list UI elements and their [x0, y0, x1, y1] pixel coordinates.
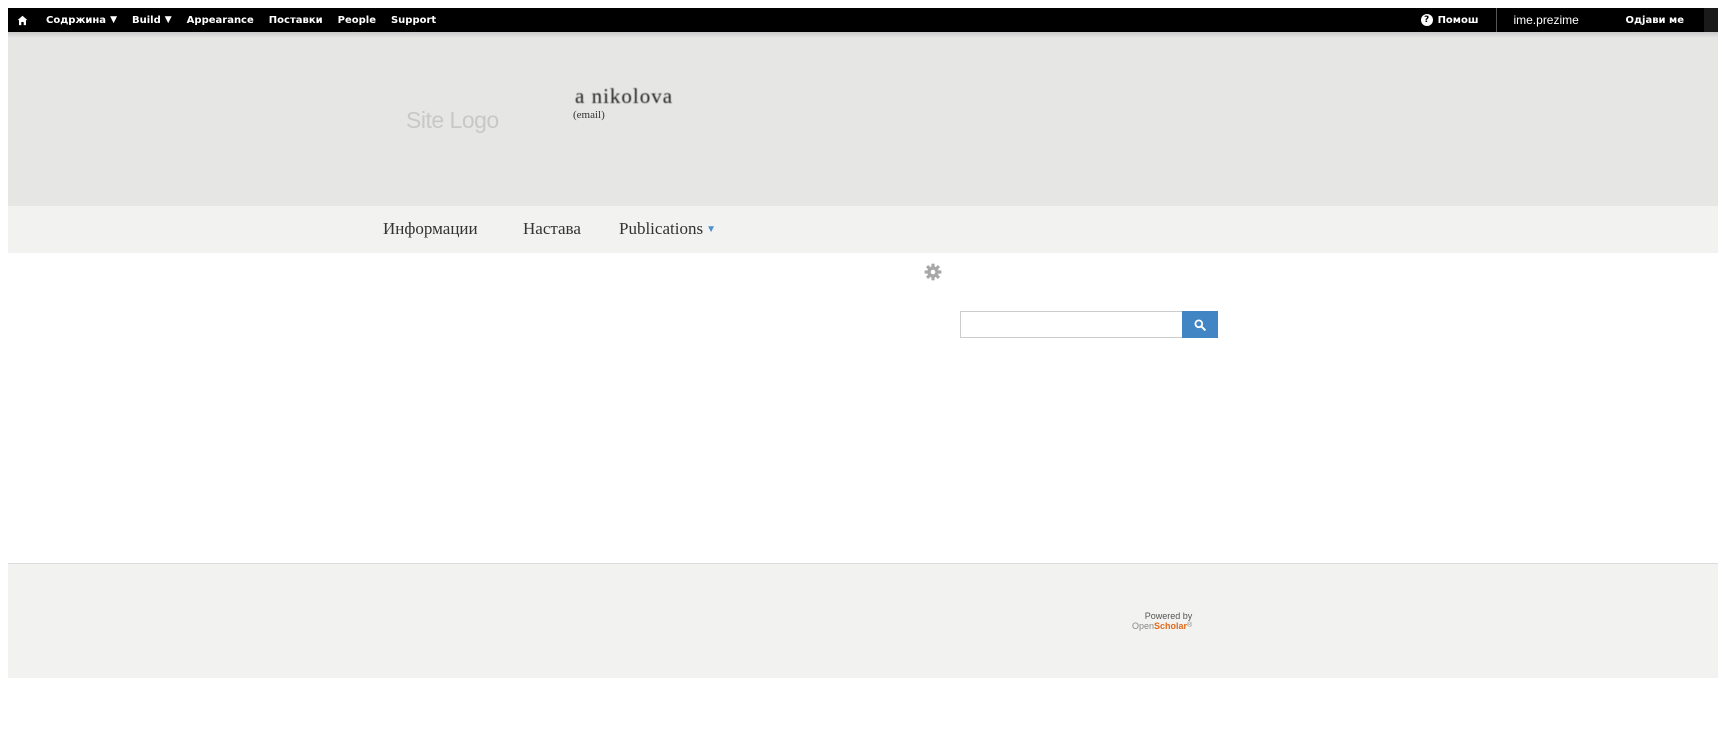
site-footer: Powered by OpenScholar® [8, 563, 1718, 678]
powered-by-label: Powered by [1144, 611, 1193, 621]
toolbar-item-label: Appearance [186, 14, 254, 26]
nav-item-label: Publications [619, 219, 704, 238]
logout-link[interactable]: Одјави ме [1625, 15, 1684, 26]
caret-down-icon: ▼ [110, 15, 117, 25]
gear-icon[interactable] [923, 262, 943, 282]
toolbar-item-label: Содржина [46, 14, 107, 26]
left-gutter [0, 0, 8, 742]
toolbar-item-label: Support [390, 14, 437, 26]
toolbar-item-label: Поставки [268, 14, 323, 26]
brand-registered-mark: ® [1187, 622, 1193, 629]
nav-item-publications[interactable]: Publications ▼ [619, 219, 716, 239]
toolbar-right: ? Помош ime.prezime Одјави ме [1420, 8, 1718, 32]
brand-scholar: Scholar [1154, 621, 1188, 631]
toolbar-shadow [8, 32, 1718, 38]
site-email: (email) [573, 109, 605, 121]
toolbar-end-block [1704, 8, 1718, 32]
nav-item-information[interactable]: Информации [383, 219, 478, 239]
toolbar-item-label: Build [131, 14, 161, 26]
toolbar-item-settings[interactable]: Поставки [269, 15, 323, 26]
site-name[interactable]: a nikolova [575, 84, 673, 109]
caret-down-icon: ▼ [706, 224, 716, 235]
brand-open: Open [1132, 621, 1155, 631]
nav-item-label: Настава [523, 219, 581, 238]
username-link[interactable]: ime.prezime [1513, 13, 1625, 27]
toolbar-item-content[interactable]: Содржина ▼ [46, 15, 117, 26]
search-input[interactable] [960, 311, 1182, 338]
toolbar-item-people[interactable]: People [338, 15, 376, 26]
toolbar-item-support[interactable]: Support [391, 15, 436, 26]
powered-by-openscholar[interactable]: Powered by OpenScholar® [1132, 612, 1192, 631]
page: Содржина ▼ Build ▼ Appearance Поставки P… [0, 0, 1718, 742]
toolbar-item-appearance[interactable]: Appearance [187, 15, 254, 26]
home-icon[interactable] [10, 8, 34, 32]
search-icon [1194, 319, 1206, 331]
help-label: Помош [1437, 14, 1479, 26]
nav-item-label: Информации [383, 219, 478, 238]
admin-toolbar: Содржина ▼ Build ▼ Appearance Поставки P… [8, 8, 1718, 32]
toolbar-item-build[interactable]: Build ▼ [132, 15, 172, 26]
site-header: Site Logo a nikolova (email) [8, 32, 1718, 206]
question-circle-icon: ? [1420, 14, 1433, 26]
nav-item-teaching[interactable]: Настава [523, 219, 581, 239]
openscholar-logo: OpenScholar® [1132, 621, 1192, 631]
help-link[interactable]: ? Помош [1420, 14, 1479, 26]
caret-down-icon: ▼ [164, 15, 172, 25]
site-logo[interactable]: Site Logo [406, 107, 499, 134]
main-nav: Информации Настава Publications ▼ [8, 206, 1718, 253]
toolbar-divider [1496, 8, 1498, 32]
search-button[interactable] [1182, 311, 1218, 338]
toolbar-item-label: People [337, 14, 376, 26]
